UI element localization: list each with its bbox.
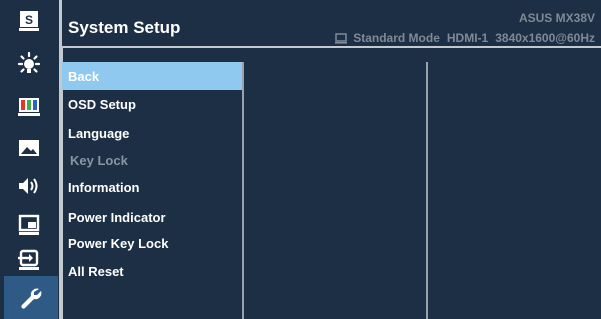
header: System Setup ASUS MX38V Standard Mode HD… <box>62 0 601 46</box>
sound-icon[interactable] <box>6 171 52 201</box>
menu-item-power-key-lock[interactable]: Power Key Lock <box>62 229 244 257</box>
splendid-icon[interactable]: S <box>6 6 52 36</box>
column-divider-2 <box>426 62 428 319</box>
brightness-icon[interactable] <box>6 50 52 80</box>
menu-item-information[interactable]: Information <box>62 173 244 201</box>
menu-item-power-indicator[interactable]: Power Indicator <box>62 203 244 231</box>
menu-item-language[interactable]: Language <box>62 119 244 147</box>
page-title: System Setup <box>68 18 181 37</box>
color-icon[interactable] <box>6 92 52 122</box>
wrench-icon[interactable] <box>4 276 58 319</box>
input-text: HDMI-1 <box>446 31 489 45</box>
input-select-icon[interactable] <box>6 245 52 275</box>
menu-item-back[interactable]: Back <box>62 62 244 90</box>
monitor-icon <box>335 32 348 44</box>
resolution-text: 3840x1600@60Hz <box>495 31 595 45</box>
brand-model: ASUS MX38V <box>518 11 595 25</box>
pip-icon[interactable] <box>6 210 52 240</box>
menu-item-osd-setup[interactable]: OSD Setup <box>62 90 244 118</box>
column-divider-1 <box>242 62 244 319</box>
image-icon[interactable] <box>6 133 52 163</box>
header-divider <box>62 46 601 48</box>
splendid-label: S <box>25 13 33 27</box>
mode-text: Standard Mode <box>353 31 440 45</box>
sidebar: S <box>0 0 59 319</box>
osd-window: S System Setup ASUS MX38V Standard Mode … <box>0 0 601 319</box>
status-bar: Standard Mode HDMI-1 3840x1600@60Hz <box>335 31 595 45</box>
menu-item-key-lock: Key Lock <box>70 152 128 168</box>
menu-item-all-reset[interactable]: All Reset <box>62 257 244 285</box>
